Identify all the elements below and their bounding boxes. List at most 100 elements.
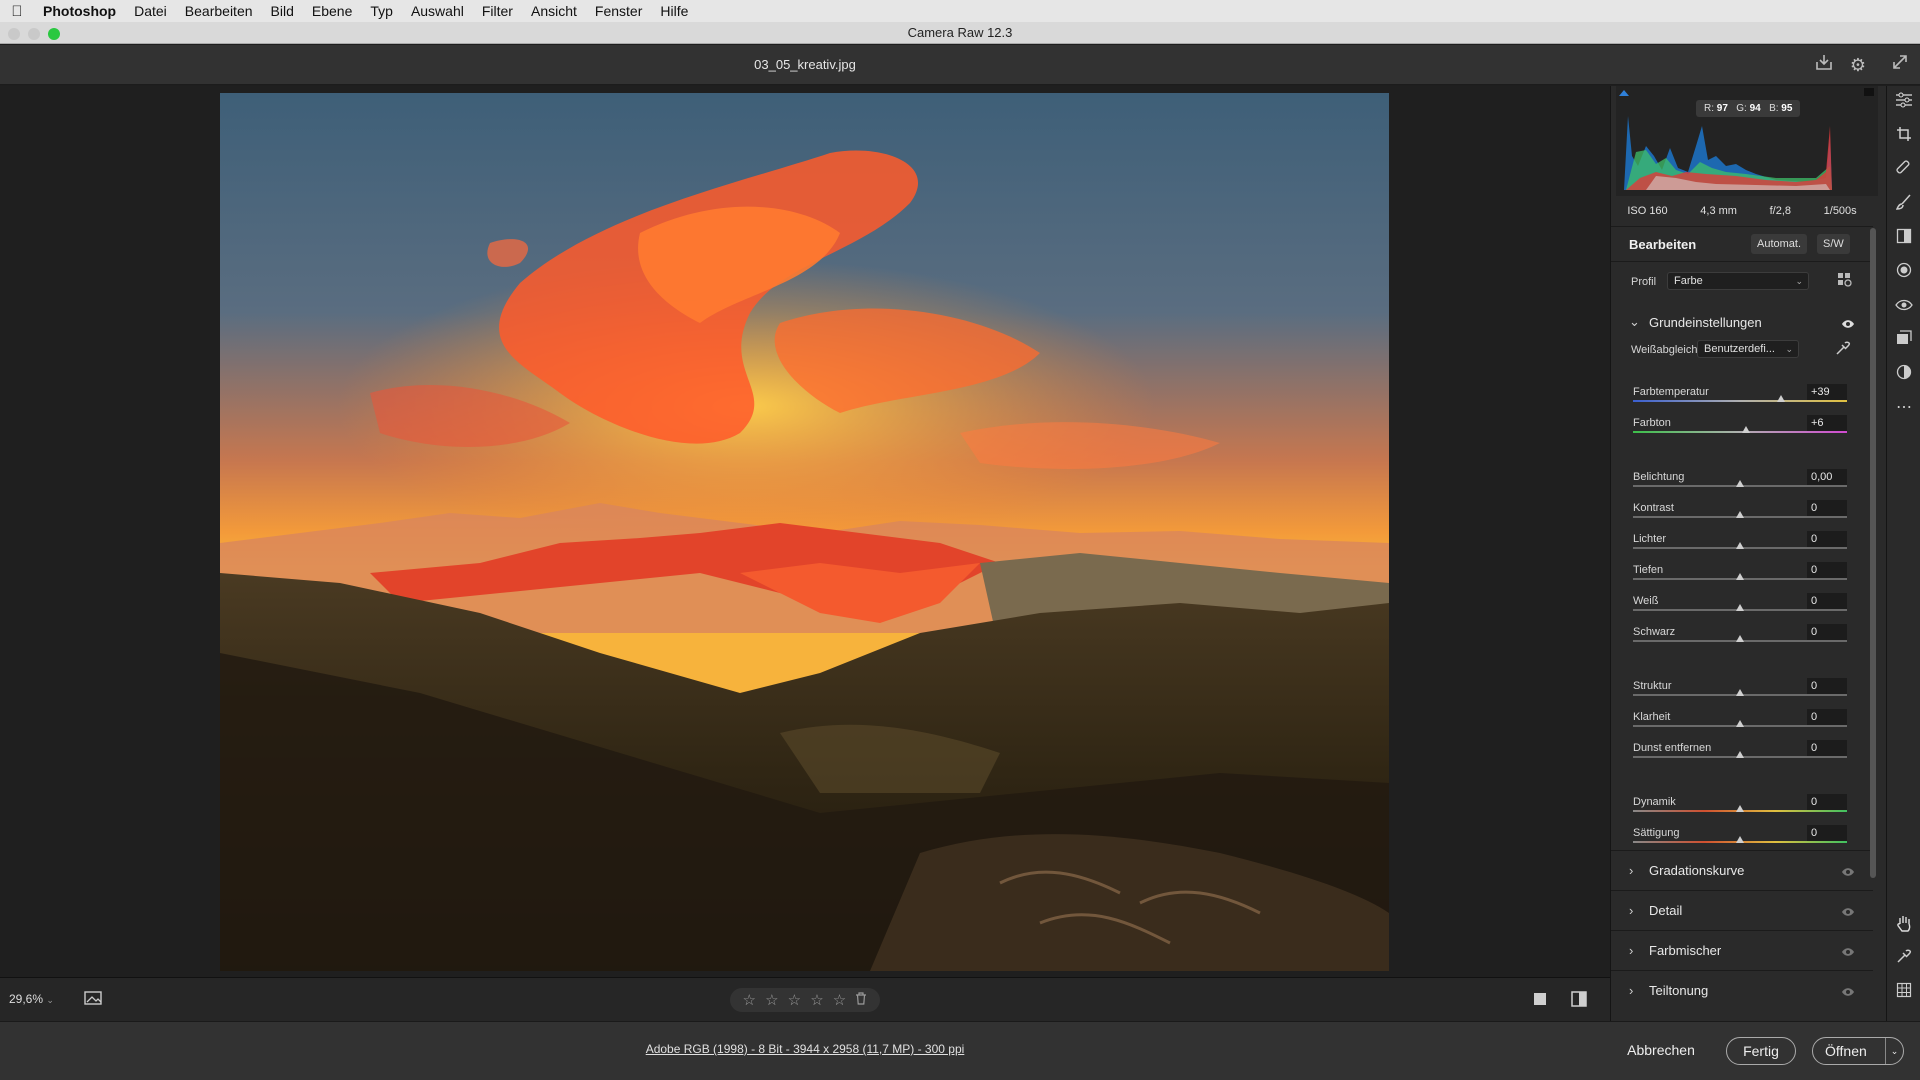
slider-thumb[interactable] [1736,836,1744,843]
gear-icon[interactable]: ⚙ [1846,53,1870,77]
open-button[interactable]: Öffnen ⌄ [1812,1037,1904,1065]
slider-thumb[interactable] [1736,573,1744,580]
snapshots-icon[interactable] [1892,330,1916,354]
workflow-options-link[interactable]: Adobe RGB (1998) - 8 Bit - 3944 x 2958 (… [0,1042,1610,1056]
eye-icon[interactable] [1841,907,1855,917]
slider-thumb[interactable] [1736,805,1744,812]
bottom-toolbar: 29,6% ⌄ ☆ ☆ ☆ ☆ ☆ [0,977,1610,1021]
bw-button[interactable]: S/W [1817,234,1850,254]
zoom-level-select[interactable]: 29,6% ⌄ [9,992,54,1006]
white-balance-dropdown[interactable]: Benutzerdefi... ⌄ [1697,340,1799,358]
slider-value-input[interactable]: 0 [1807,740,1847,756]
slider-thumb[interactable] [1736,480,1744,487]
section-teiltonung[interactable]: › Teiltonung [1611,970,1873,1010]
slider-thumb[interactable] [1736,720,1744,727]
menu-ansicht[interactable]: Ansicht [522,0,586,22]
slider-value-input[interactable]: 0 [1807,624,1847,640]
before-after-icon[interactable] [1570,991,1588,1007]
graduated-filter-icon[interactable] [1892,228,1916,252]
presets-icon[interactable] [1892,364,1916,388]
star-icon[interactable]: ☆ [743,991,756,1009]
star-icon[interactable]: ☆ [833,991,846,1009]
menu-filter[interactable]: Filter [473,0,522,22]
minimize-window-button[interactable] [28,28,40,40]
slider-value-input[interactable]: +39 [1807,384,1847,400]
menu-typ[interactable]: Typ [361,0,402,22]
slider-value-input[interactable]: 0 [1807,678,1847,694]
slider-value-input[interactable]: 0 [1807,593,1847,609]
slider-label: Dunst entfernen [1633,742,1712,754]
slider-thumb[interactable] [1736,689,1744,696]
radial-filter-icon[interactable] [1892,262,1916,286]
basic-section-title[interactable]: Grundeinstellungen [1649,315,1762,330]
chevron-down-icon[interactable]: ⌄ [1885,1038,1903,1064]
profile-browser-icon[interactable] [1837,272,1855,290]
eye-icon[interactable] [1841,867,1855,877]
red-eye-icon[interactable] [1892,296,1916,320]
color-sampler-icon[interactable] [1892,948,1916,972]
image-canvas[interactable] [0,86,1610,977]
chevron-down-icon[interactable]: ⌄ [1629,314,1640,330]
slider-value-input[interactable]: 0 [1807,794,1847,810]
filmstrip-icon[interactable] [84,990,104,1008]
brush-icon[interactable] [1892,194,1916,218]
slider-thumb[interactable] [1736,751,1744,758]
single-view-icon[interactable] [1532,991,1548,1007]
section-farbmischer[interactable]: › Farbmischer [1611,930,1873,970]
slider-value-input[interactable]: 0,00 [1807,469,1847,485]
slider-thumb[interactable] [1776,395,1785,402]
slider-value-input[interactable]: 0 [1807,825,1847,841]
trash-icon[interactable] [855,991,867,1009]
slider-thumb[interactable] [1736,542,1744,549]
star-icon[interactable]: ☆ [810,991,823,1009]
eye-icon[interactable] [1841,319,1855,329]
apple-logo-icon[interactable]:  [0,3,34,20]
close-window-button[interactable] [8,28,20,40]
menu-ebene[interactable]: Ebene [303,0,361,22]
star-icon[interactable]: ☆ [788,991,801,1009]
slider-thumb[interactable] [1736,511,1744,518]
zoom-window-button[interactable] [48,28,60,40]
eye-icon[interactable] [1841,947,1855,957]
slider-value-input[interactable]: 0 [1807,531,1847,547]
section-title: Gradationskurve [1649,863,1745,878]
fullscreen-icon[interactable] [1888,53,1912,77]
slider-track[interactable] [1633,400,1847,402]
menu-bearbeiten[interactable]: Bearbeiten [176,0,262,22]
slider-label: Weiß [1633,595,1659,607]
slider-thumb[interactable] [1736,604,1744,611]
healing-brush-icon[interactable] [1892,160,1916,184]
section-gradationskurve[interactable]: › Gradationskurve [1611,850,1873,890]
eyedropper-icon[interactable] [1835,340,1853,358]
eye-icon[interactable] [1841,987,1855,997]
slider-row: Belichtung 0,00 [1633,469,1847,497]
star-icon[interactable]: ☆ [765,991,778,1009]
slider-thumb[interactable] [1736,635,1744,642]
preview-photo[interactable] [220,93,1389,971]
done-button[interactable]: Fertig [1726,1037,1796,1065]
more-icon[interactable]: ⋯ [1892,396,1916,420]
auto-button[interactable]: Automat. [1751,234,1808,254]
grid-icon[interactable] [1892,982,1916,1006]
panel-scrollbar[interactable] [1870,228,1876,878]
cancel-button[interactable]: Abbrechen [1616,1037,1706,1065]
menu-bild[interactable]: Bild [262,0,303,22]
slider-value-input[interactable]: 0 [1807,709,1847,725]
menu-auswahl[interactable]: Auswahl [402,0,473,22]
menu-photoshop[interactable]: Photoshop [34,0,125,22]
slider-thumb[interactable] [1742,426,1751,433]
section-detail[interactable]: › Detail [1611,890,1873,930]
slider-row: Kontrast 0 [1633,500,1847,528]
menu-fenster[interactable]: Fenster [586,0,651,22]
slider-value-input[interactable]: 0 [1807,500,1847,516]
slider-value-input[interactable]: +6 [1807,415,1847,431]
crop-icon[interactable] [1892,126,1916,150]
menu-hilfe[interactable]: Hilfe [651,0,697,22]
hand-icon[interactable] [1892,914,1916,938]
slider-track[interactable] [1633,431,1847,433]
slider-value-input[interactable]: 0 [1807,562,1847,578]
profile-dropdown[interactable]: Farbe ⌄ [1667,272,1809,290]
edit-sliders-icon[interactable] [1892,92,1916,116]
save-image-icon[interactable] [1812,53,1836,77]
menu-datei[interactable]: Datei [125,0,176,22]
